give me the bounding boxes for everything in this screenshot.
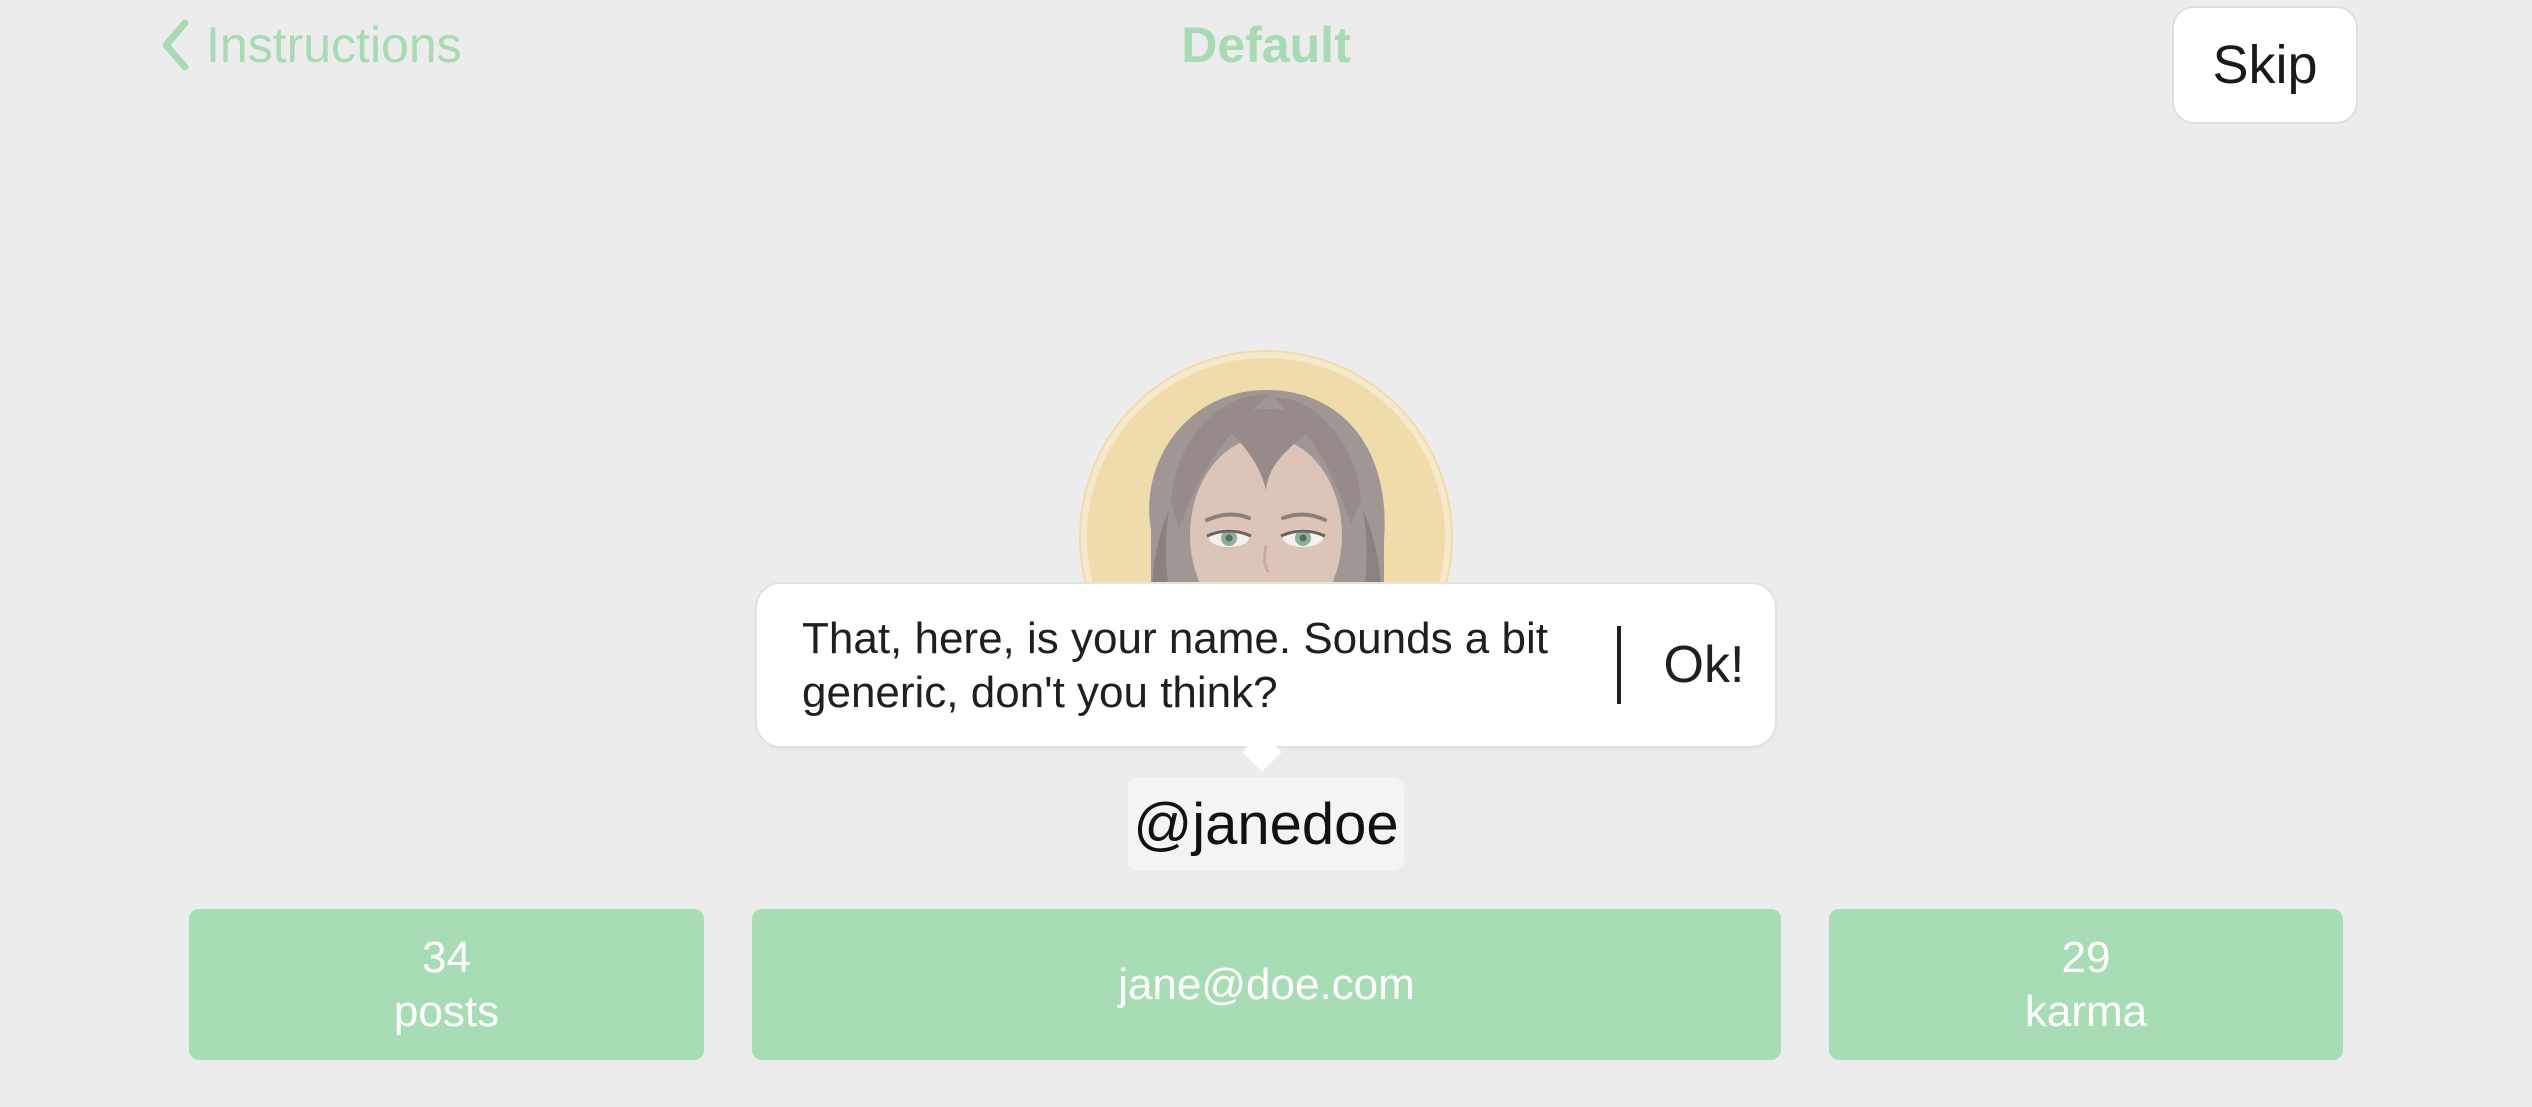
posts-count: 34 xyxy=(422,932,471,982)
page-title: Default xyxy=(1181,17,1351,73)
email-button[interactable]: jane@doe.com xyxy=(752,909,1781,1060)
tooltip-ok-button[interactable]: Ok! xyxy=(1633,584,1775,746)
skip-button[interactable]: Skip xyxy=(2172,6,2358,124)
tooltip-divider xyxy=(1617,626,1621,704)
karma-stat-button[interactable]: 29 karma xyxy=(1829,909,2343,1060)
chevron-left-icon xyxy=(162,19,189,71)
karma-count: 29 xyxy=(2061,932,2111,982)
name-tooltip: That, here, is your name. Sounds a bit g… xyxy=(757,584,1775,746)
posts-stat-button[interactable]: 34 posts xyxy=(189,909,704,1060)
email-address: jane@doe.com xyxy=(1118,959,1415,1009)
tooltip-message: That, here, is your name. Sounds a bit g… xyxy=(802,614,1548,717)
username-label[interactable]: @janedoe xyxy=(1128,777,1404,871)
back-button[interactable]: Instructions xyxy=(160,10,462,80)
posts-label: posts xyxy=(393,986,500,1036)
karma-label: karma xyxy=(2024,986,2148,1036)
back-button-label: Instructions xyxy=(206,17,462,73)
